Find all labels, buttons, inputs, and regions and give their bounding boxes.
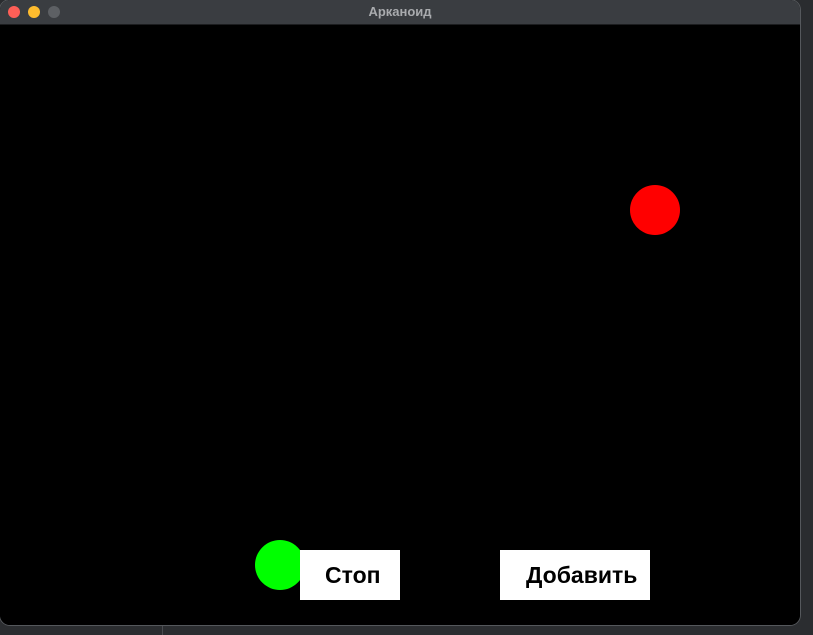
stop-button[interactable]: Стоп [300,550,400,600]
window-titlebar[interactable]: Арканоид [0,0,800,25]
window-title: Арканоид [368,4,432,19]
game-canvas[interactable]: Стоп Добавить [0,25,800,625]
game-window: Арканоид Стоп Добавить [0,0,800,625]
green-ball [255,540,305,590]
red-ball [630,185,680,235]
add-button[interactable]: Добавить [500,550,650,600]
